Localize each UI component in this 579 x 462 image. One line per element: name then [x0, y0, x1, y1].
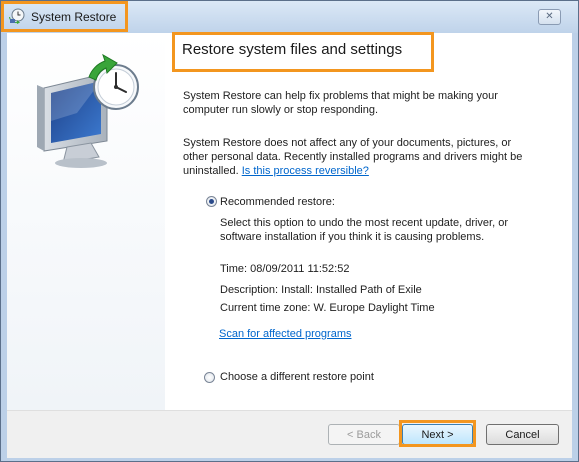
scan-affected-programs-link[interactable]: Scan for affected programs	[219, 327, 351, 341]
next-highlight-box	[399, 420, 476, 447]
intro-text: System Restore can help fix problems tha…	[183, 90, 498, 116]
cancel-button[interactable]: Cancel	[486, 424, 559, 445]
recommended-description: Select this option to undo the most rece…	[220, 217, 509, 243]
close-icon: ✕	[545, 11, 554, 22]
reversible-link[interactable]: Is this process reversible?	[242, 165, 369, 177]
system-restore-computer-clock-icon	[37, 53, 139, 168]
back-button[interactable]: < Back	[328, 424, 400, 445]
note-text: System Restore does not affect any of yo…	[183, 136, 528, 178]
different-restore-point-radio[interactable]	[204, 372, 215, 383]
page-heading: Restore system files and settings	[182, 41, 403, 58]
different-restore-point-label[interactable]: Choose a different restore point	[220, 370, 374, 384]
recommended-restore-label[interactable]: Recommended restore:	[220, 195, 335, 209]
restore-timezone: Current time zone: W. Europe Daylight Ti…	[220, 302, 435, 314]
close-button[interactable]: ✕	[538, 9, 561, 25]
title-highlight-box	[1, 1, 128, 32]
side-panel	[7, 33, 165, 410]
restore-description: Description: Install: Installed Path of …	[220, 284, 422, 296]
restore-time: Time: 08/09/2011 11:52:52	[220, 263, 350, 275]
recommended-restore-radio[interactable]	[206, 196, 217, 207]
radio-selected-dot	[209, 199, 214, 204]
